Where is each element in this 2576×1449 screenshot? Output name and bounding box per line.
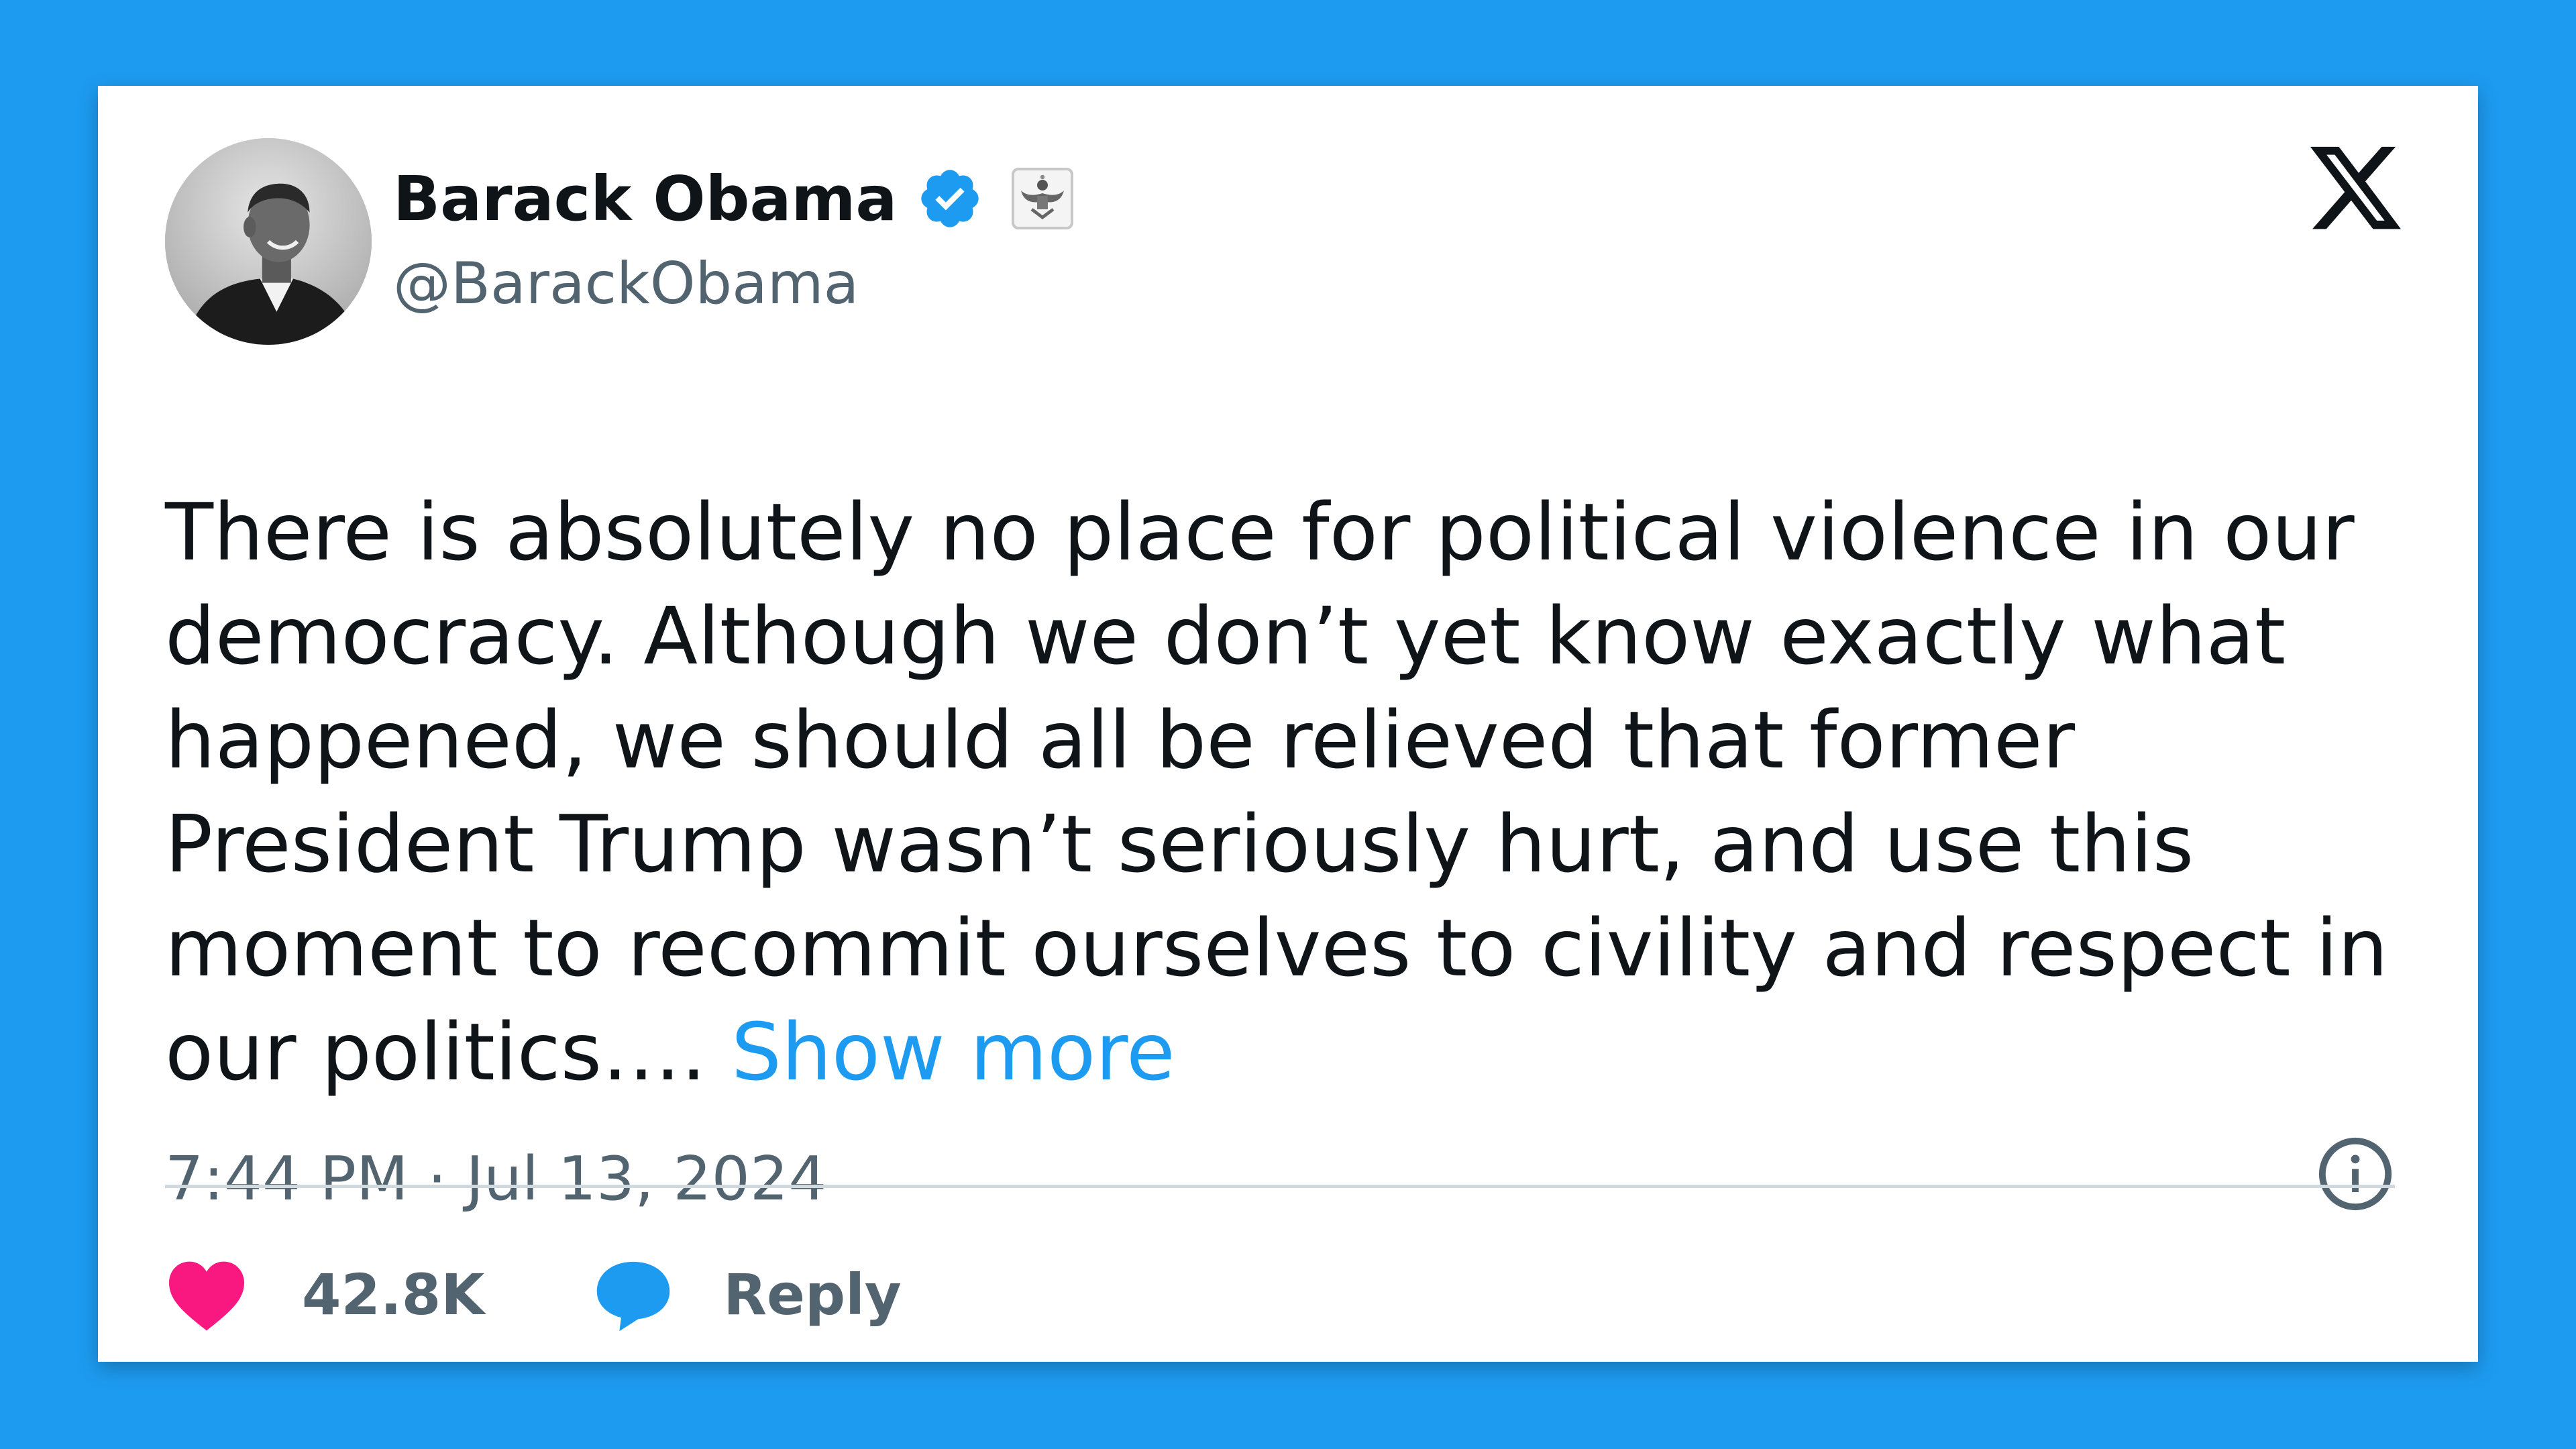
- reply-button[interactable]: Reply: [592, 1253, 902, 1336]
- divider: [165, 1185, 2395, 1188]
- show-more-link[interactable]: Show more: [731, 1006, 1175, 1098]
- tweet-timestamp[interactable]: 7:44 PM · Jul 13, 2024: [165, 1144, 826, 1214]
- author-handle[interactable]: @BarackObama: [393, 250, 859, 317]
- heart-icon[interactable]: [165, 1257, 248, 1332]
- tweet-text: There is absolutely no place for politic…: [165, 480, 2446, 1104]
- x-logo-icon[interactable]: [2310, 146, 2404, 233]
- verified-badge-icon[interactable]: [916, 165, 983, 232]
- tweet-text-line: There is absolutely no place for politic…: [165, 486, 2355, 578]
- avatar[interactable]: [165, 138, 372, 345]
- info-icon[interactable]: [2316, 1134, 2395, 1214]
- tweet-text-line: happened, we should all be relieved that…: [165, 694, 2076, 786]
- author-display-name[interactable]: Barack Obama: [393, 163, 898, 235]
- tweet-actions: 42.8K Reply: [165, 1248, 902, 1342]
- tweet-text-line: democracy. Although we don’t yet know ex…: [165, 590, 2286, 682]
- tweet-text-line: moment to recommit ourselves to civility…: [165, 902, 2388, 994]
- tweet-text-last-line: our politics…. Show more: [165, 1000, 2446, 1104]
- us-seal-icon[interactable]: [1010, 166, 1075, 231]
- reply-bubble-icon[interactable]: [592, 1253, 675, 1336]
- tweet-text-line: our politics….: [165, 1006, 732, 1098]
- tweet-card[interactable]: Barack Obama @BarackObama There is absol…: [98, 86, 2478, 1362]
- reply-label[interactable]: Reply: [723, 1262, 901, 1328]
- tweet-text-line: President Trump wasn’t seriously hurt, a…: [165, 798, 2194, 890]
- avatar-photo: [165, 138, 372, 345]
- like-count[interactable]: 42.8K: [302, 1262, 484, 1328]
- author-name-row: Barack Obama: [393, 158, 1075, 239]
